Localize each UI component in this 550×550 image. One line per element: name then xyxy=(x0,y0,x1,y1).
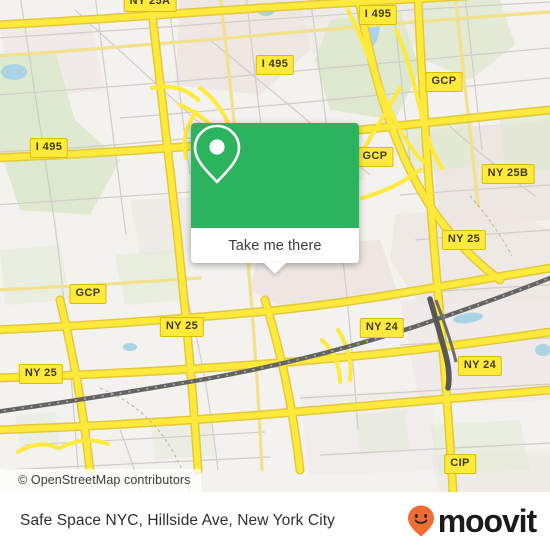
attribution-label: © OpenStreetMap contributors xyxy=(18,473,191,487)
highway-shield: NY 24 xyxy=(457,356,503,376)
highway-shield: CIP xyxy=(444,454,476,474)
location-popup-card[interactable]: Take me there xyxy=(191,123,359,274)
highway-shield: I 495 xyxy=(255,55,295,75)
highway-shield: I 495 xyxy=(358,5,398,25)
take-me-there-label: Take me there xyxy=(228,237,322,254)
highway-shield: NY 25 xyxy=(159,317,205,337)
moovit-map-screen: NY 25A I 495 I 495 GCP I 495 GCP NY 25B NY 25 GC… xyxy=(0,0,550,550)
footer-bar: Safe Space NYC, Hillside Ave, New York C… xyxy=(0,492,550,550)
map-attribution[interactable]: © OpenStreetMap contributors xyxy=(0,469,201,492)
highway-shield: NY 25 xyxy=(441,230,487,250)
take-me-there-button[interactable]: Take me there xyxy=(191,228,359,263)
moovit-wordmark: moovit xyxy=(437,503,537,539)
moovit-logo[interactable]: moovit xyxy=(406,503,537,539)
highway-shield: NY 25B xyxy=(481,164,535,184)
map-canvas[interactable]: NY 25A I 495 I 495 GCP I 495 GCP NY 25B NY 25 GC… xyxy=(0,0,550,492)
moovit-smiley-pin-icon xyxy=(407,505,434,537)
highway-shield: NY 25 xyxy=(18,364,64,384)
highway-shield: NY 24 xyxy=(359,318,405,338)
highway-shield: I 495 xyxy=(29,138,69,158)
popup-header xyxy=(191,123,359,228)
popup-pointer-tail xyxy=(264,263,286,274)
map-pin-icon xyxy=(193,124,241,184)
highway-shield: GCP xyxy=(425,72,463,92)
place-title: Safe Space NYC, Hillside Ave, New York C… xyxy=(20,512,336,529)
highway-shield: GCP xyxy=(356,147,394,167)
highway-shield: NY 25A xyxy=(123,0,177,12)
highway-shield: GCP xyxy=(69,284,107,304)
